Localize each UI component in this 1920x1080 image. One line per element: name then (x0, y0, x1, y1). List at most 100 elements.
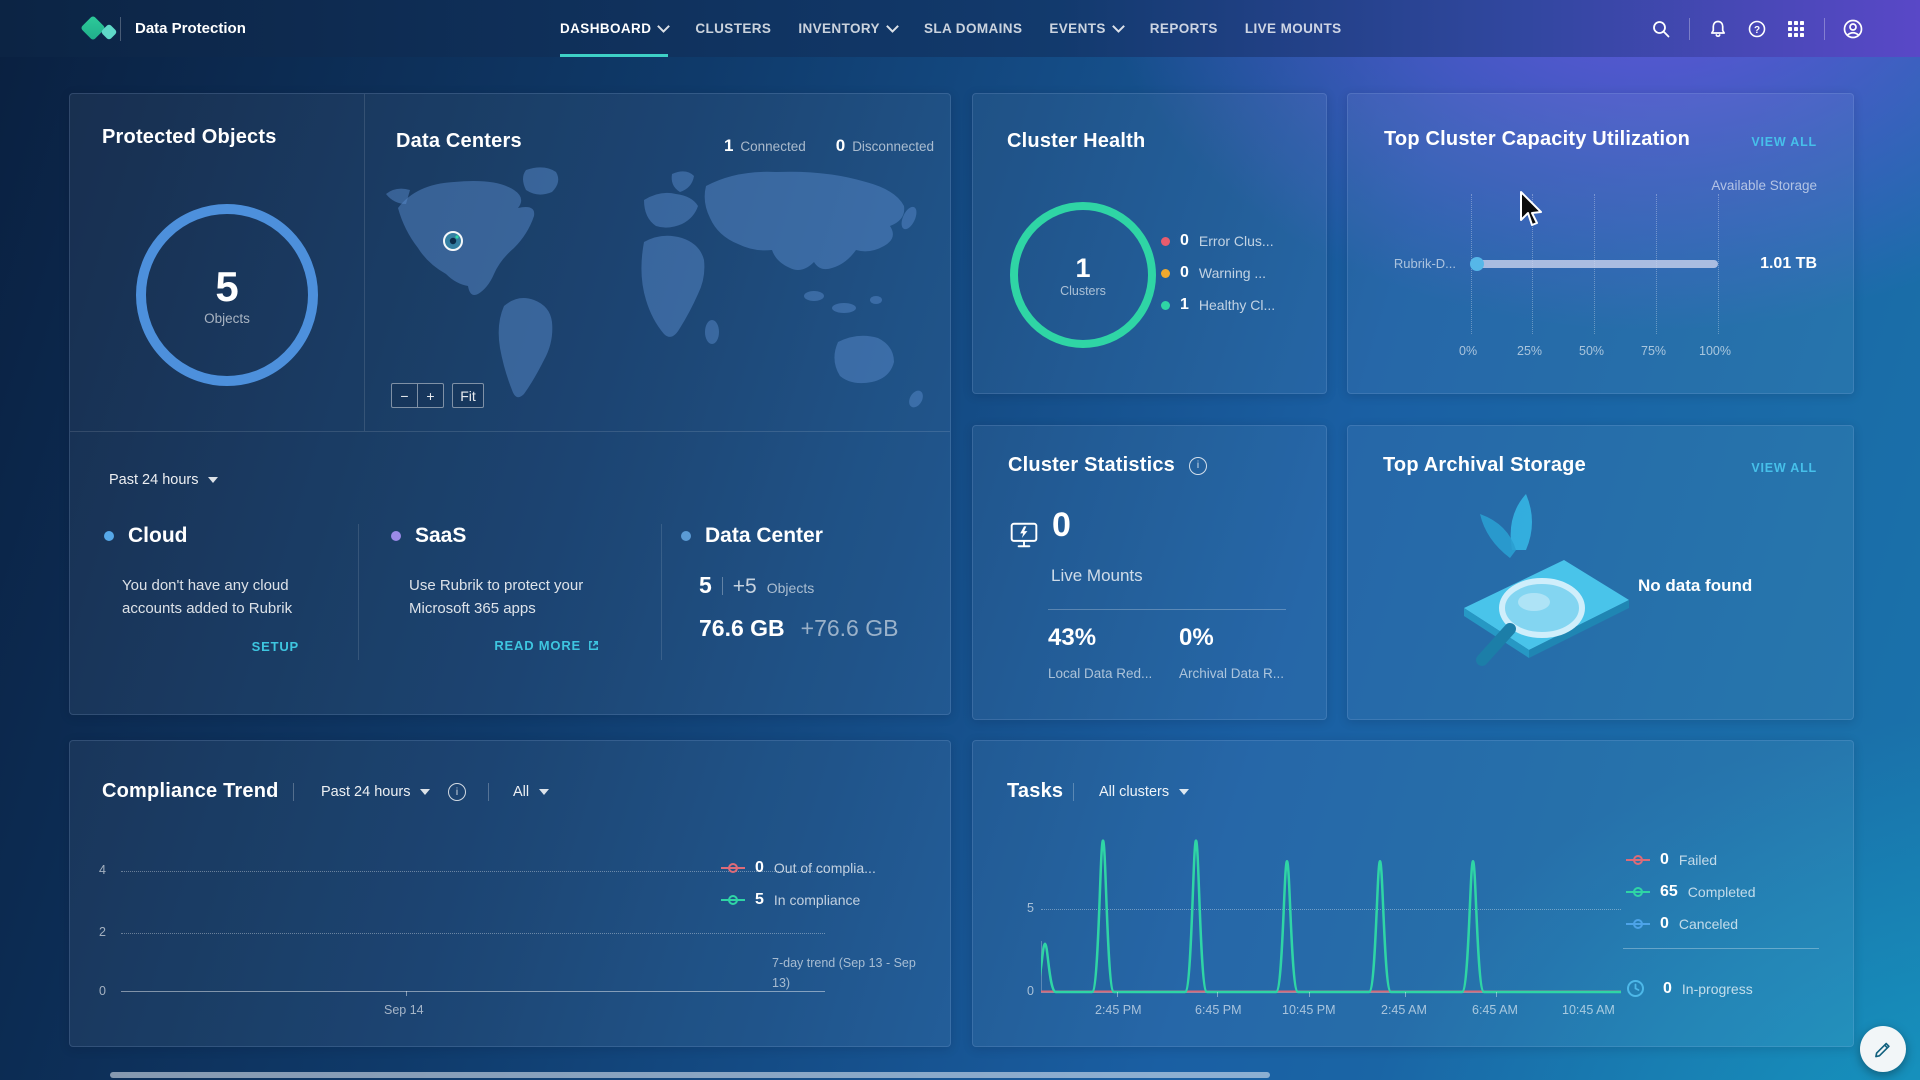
capacity-used-dot (1470, 257, 1484, 271)
x-tick-label: 10:45 AM (1562, 1003, 1615, 1017)
svg-text:?: ? (1754, 25, 1760, 36)
x-tick-mark (1309, 992, 1310, 997)
size-delta: +76.6 GB (801, 615, 899, 642)
saas-title: SaaS (415, 524, 466, 548)
y-tick-4: 4 (92, 863, 106, 877)
compliance-footnote: 7-day trend (Sep 13 - Sep 13) (772, 953, 932, 993)
objects-label: Objects (767, 580, 814, 596)
x-tick-mark (1496, 992, 1497, 997)
warning-label: Warning ... (1199, 265, 1266, 281)
nav-item-label: EVENTS (1049, 21, 1105, 36)
chevron-down-icon (886, 20, 899, 33)
local-reduction-value: 43% (1048, 624, 1096, 652)
tasks-cluster-selector[interactable]: All clusters (1099, 784, 1189, 800)
saas-body-line2: Microsoft 365 apps (409, 597, 600, 620)
mouse-cursor (1518, 190, 1548, 230)
card-divider (364, 94, 365, 431)
error-count: 0 (1180, 232, 1189, 250)
search-icon[interactable] (1650, 18, 1672, 40)
connected-count: 1 (724, 136, 733, 156)
info-icon[interactable]: i (448, 783, 466, 801)
data-centers-title: Data Centers (396, 130, 522, 153)
edit-dashboard-button[interactable] (1860, 1026, 1906, 1072)
protected-objects-title: Protected Objects (102, 126, 277, 149)
time-range-selector[interactable]: Past 24 hours (109, 472, 218, 488)
capacity-tick: 25% (1517, 344, 1542, 358)
canceled-label: Canceled (1679, 916, 1738, 932)
map-zoom-out-button[interactable]: − (391, 383, 418, 408)
capacity-value: 1.01 TB (1760, 255, 1817, 273)
archival-title: Top Archival Storage (1383, 454, 1586, 477)
disconnected-label: Disconnected (852, 139, 934, 154)
card-divider (70, 431, 950, 432)
compliance-filter-value: All (513, 784, 529, 800)
capacity-tick: 0% (1459, 344, 1477, 358)
compliance-range-selector[interactable]: Past 24 hours (321, 784, 430, 800)
x-tick-label: Sep 14 (384, 1003, 424, 1017)
capacity-tick: 75% (1641, 344, 1666, 358)
x-tick-label: 6:45 AM (1472, 1003, 1518, 1017)
capacity-title: Top Cluster Capacity Utilization (1384, 128, 1690, 151)
cluster-unit: Clusters (1060, 284, 1106, 298)
health-legend-error: 0 Error Clus... (1161, 232, 1274, 250)
protected-objects-donut: 5 Objects (136, 204, 318, 386)
nav-item-live-mounts[interactable]: LIVE MOUNTS (1245, 0, 1342, 57)
canceled-count: 0 (1660, 915, 1669, 933)
help-icon[interactable]: ? (1746, 18, 1768, 40)
nav-item-label: LIVE MOUNTS (1245, 21, 1342, 36)
notifications-bell-icon[interactable] (1707, 18, 1729, 40)
cloud-body-line2: accounts added to Rubrik (122, 597, 299, 620)
archival-view-all-link[interactable]: VIEW ALL (1751, 461, 1817, 475)
chevron-down-icon (657, 20, 670, 33)
nav-logo-divider (120, 17, 121, 41)
map-marker[interactable] (444, 232, 462, 250)
nav-item-label: SLA DOMAINS (924, 21, 1022, 36)
read-more-link[interactable]: READ MORE (494, 638, 581, 653)
footnote-line1: 7-day trend (Sep 13 - Sep (772, 953, 932, 973)
x-tick-mark (1405, 992, 1406, 997)
line-marker-icon (1626, 886, 1650, 898)
x-axis (121, 991, 825, 992)
out-of-compliance-count: 0 (755, 859, 764, 877)
map-zoom-in-button[interactable]: + (418, 383, 444, 408)
objects-count: 5 (699, 572, 712, 599)
nav-item-events[interactable]: EVENTS (1049, 0, 1122, 57)
map-fit-button[interactable]: Fit (452, 383, 484, 408)
value-divider (722, 577, 723, 595)
nav-icons-divider (1824, 18, 1825, 40)
error-dot-icon (1161, 237, 1170, 246)
gridline (121, 933, 825, 934)
nav-item-dashboard[interactable]: DASHBOARD (560, 0, 668, 57)
caret-down-icon (539, 789, 549, 795)
nav-item-reports[interactable]: REPORTS (1150, 0, 1218, 57)
compliance-legend-in: 5 In compliance (721, 891, 860, 909)
failed-label: Failed (1679, 852, 1717, 868)
error-label: Error Clus... (1199, 233, 1274, 249)
nav-item-clusters[interactable]: CLUSTERS (695, 0, 771, 57)
health-legend-healthy: 1 Healthy Cl... (1161, 296, 1275, 314)
x-tick-mark (1117, 992, 1118, 997)
capacity-bar-track[interactable] (1472, 260, 1718, 268)
setup-link[interactable]: SETUP (252, 639, 299, 654)
healthy-count: 1 (1180, 296, 1189, 314)
map-zoom-controls: − + Fit (391, 383, 484, 408)
completed-series-line (1041, 841, 1621, 992)
apps-grid-icon[interactable] (1785, 18, 1807, 40)
nav-item-inventory[interactable]: INVENTORY (798, 0, 897, 57)
healthy-label: Healthy Cl... (1199, 297, 1275, 313)
cloud-title: Cloud (128, 524, 187, 548)
protected-objects-unit: Objects (204, 311, 250, 326)
compliance-title: Compliance Trend (102, 780, 279, 803)
account-icon[interactable] (1842, 18, 1864, 40)
capacity-view-all-link[interactable]: VIEW ALL (1751, 135, 1817, 149)
compliance-card: Compliance Trend Past 24 hours i All 4 2… (69, 740, 951, 1047)
header-divider (293, 783, 294, 801)
nav-item-label: DASHBOARD (560, 21, 651, 36)
compliance-filter-selector[interactable]: All (513, 784, 549, 800)
x-tick-label: 2:45 AM (1381, 1003, 1427, 1017)
gridline (1718, 194, 1719, 334)
info-icon[interactable]: i (1189, 457, 1207, 475)
tasks-title: Tasks (1007, 780, 1063, 803)
horizontal-scrollbar[interactable] (110, 1072, 1270, 1078)
nav-item-sla-domains[interactable]: SLA DOMAINS (924, 0, 1022, 57)
